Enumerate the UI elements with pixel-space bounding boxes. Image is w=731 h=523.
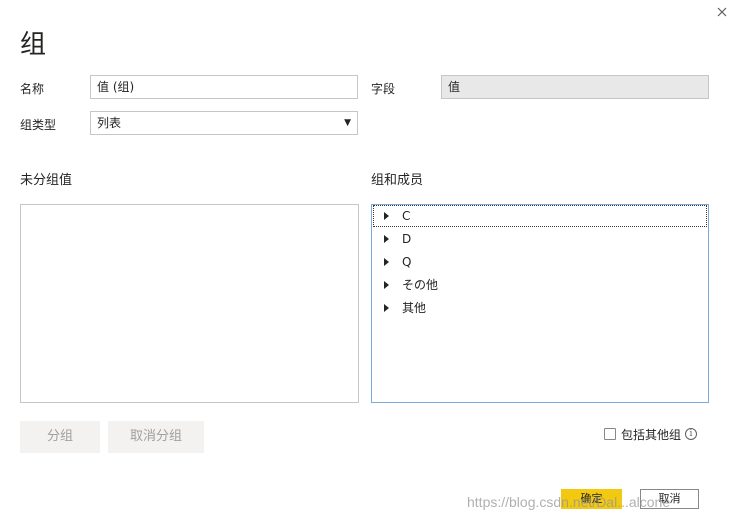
field-label: 字段 [371, 82, 396, 96]
expand-triangle-icon[interactable] [384, 212, 389, 220]
tree-item-label: Q [402, 255, 412, 269]
tree-item-c[interactable]: C [373, 205, 707, 227]
dialog-title: 组 [20, 30, 47, 60]
group-type-label: 组类型 [20, 118, 57, 132]
tree-item-sonota[interactable]: その他 [373, 274, 707, 296]
expand-triangle-icon[interactable] [384, 235, 389, 243]
expand-triangle-icon[interactable] [384, 281, 389, 289]
name-input[interactable]: 值 (组) [90, 75, 358, 99]
ungroup-button[interactable]: 取消分组 [108, 421, 204, 453]
tree-item-other[interactable]: 其他 [373, 297, 707, 319]
expand-triangle-icon[interactable] [384, 304, 389, 312]
group-type-value: 列表 [97, 116, 122, 130]
group-type-select[interactable]: 列表 ▼ [90, 111, 358, 135]
tree-item-label: その他 [402, 278, 439, 292]
ungrouped-values-list[interactable] [20, 204, 359, 403]
expand-triangle-icon[interactable] [384, 258, 389, 266]
ungrouped-values-label: 未分组值 [20, 173, 73, 188]
dropdown-arrow-icon: ▼ [344, 118, 351, 128]
close-button[interactable] [712, 2, 731, 22]
tree-item-label: C [402, 209, 411, 223]
field-value: 值 [441, 75, 709, 99]
info-icon[interactable]: i [685, 428, 697, 440]
group-button[interactable]: 分组 [20, 421, 100, 453]
watermark: https://blog.csdn.net/Dal...alcone [467, 494, 671, 510]
close-icon [717, 7, 727, 17]
include-other-checkbox[interactable] [604, 428, 616, 440]
tree-item-d[interactable]: D [373, 228, 707, 250]
groups-members-list[interactable]: C D Q その他 其他 [371, 204, 709, 403]
include-other-label: 包括其他组 [621, 428, 682, 442]
name-label: 名称 [20, 82, 45, 96]
groups-members-label: 组和成员 [371, 173, 424, 188]
tree-item-label: D [402, 232, 412, 246]
tree-item-label: 其他 [402, 301, 427, 315]
tree-item-q[interactable]: Q [373, 251, 707, 273]
